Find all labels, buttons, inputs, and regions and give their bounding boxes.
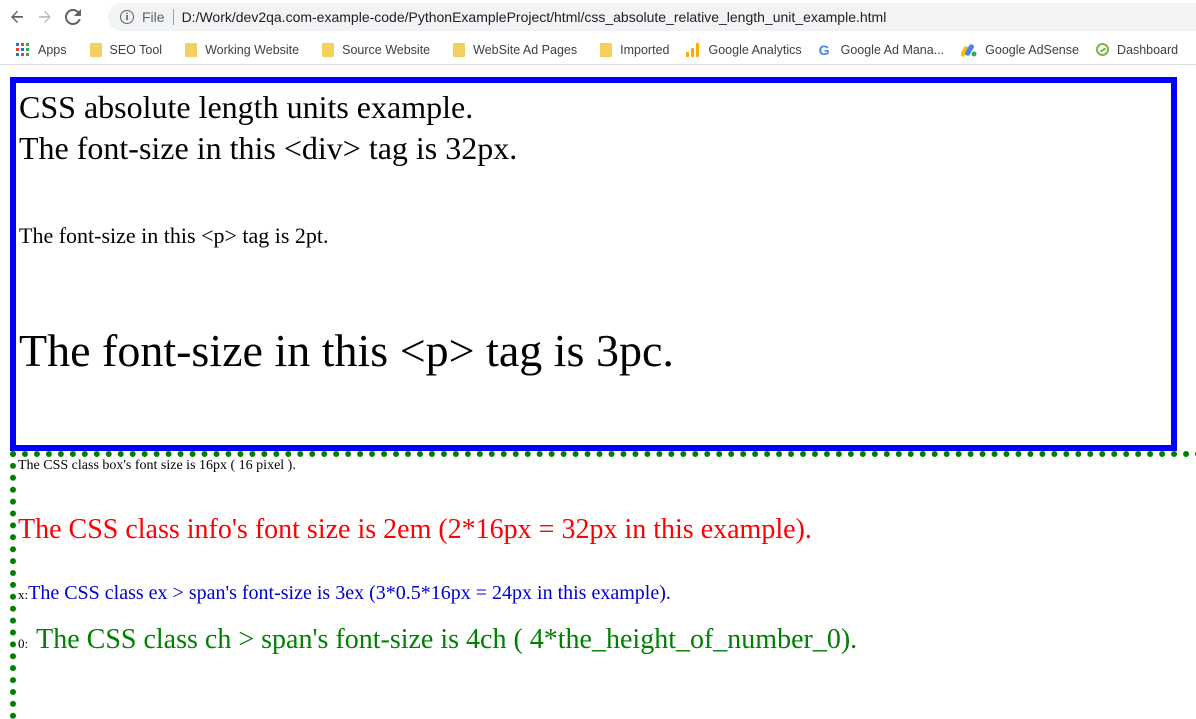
bookmark-google-analytics[interactable]: Google Analytics — [686, 42, 802, 57]
bookmark-label: Working Website — [205, 42, 300, 57]
adsense-icon — [960, 43, 977, 57]
p-2pt-paragraph: The font-size in this <p> tag is 2pt. — [19, 223, 329, 248]
bookmark-label: Google Analytics — [708, 42, 802, 57]
omnibox-separator — [172, 9, 174, 25]
folder-icon — [185, 42, 198, 57]
analytics-icon — [686, 42, 700, 57]
bookmark-working-website[interactable]: Working Website — [179, 42, 300, 57]
back-arrow-icon[interactable] — [6, 6, 28, 28]
bookmark-label: WebSite Ad Pages — [473, 42, 578, 57]
bookmark-google-adsense[interactable]: Google AdSense — [960, 42, 1079, 57]
div-font-size-line: The font-size in this <div> tag is 32px. — [19, 130, 518, 166]
reload-icon[interactable] — [62, 6, 84, 28]
blue-bordered-box: CSS absolute length units example. The f… — [10, 77, 1177, 451]
bookmark-label: Dashboard — [1116, 42, 1179, 57]
info-font-size-text: The CSS class info's font size is 2em (2… — [18, 514, 812, 545]
box-heading-line: CSS absolute length units example. — [19, 89, 474, 125]
ex-font-size-text: The CSS class ex > span's font-size is 3… — [28, 582, 671, 604]
bookmarks-bar: Apps SEO Tool Working Website Source Web… — [0, 35, 1196, 65]
bookmark-label: Google Ad Mana... — [840, 42, 945, 57]
ex-font-size-line: x:The CSS class ex > span's font-size is… — [18, 581, 671, 607]
bookmark-label: SEO Tool — [109, 42, 163, 57]
bookmark-website-ad-pages[interactable]: WebSite Ad Pages — [447, 42, 578, 57]
folder-icon — [322, 42, 335, 57]
omnibox[interactable]: i File D:/Work/dev2qa.com-example-code/P… — [108, 3, 1196, 31]
dashboard-icon — [1095, 43, 1109, 56]
folder-icon — [89, 42, 102, 57]
bookmark-dashboard[interactable]: Dashboard — [1095, 42, 1179, 57]
bookmark-imported[interactable]: Imported — [594, 42, 670, 57]
bookmark-label: Imported — [620, 42, 670, 57]
bookmark-seo-tool[interactable]: SEO Tool — [84, 42, 163, 57]
ch-prefix: 0: — [18, 636, 29, 651]
ch-font-size-text: The CSS class ch > span's font-size is 4… — [36, 624, 858, 655]
apps-icon — [16, 42, 30, 57]
box-font-size-text: The CSS class box's font size is 16px ( … — [18, 458, 296, 473]
url-text[interactable]: D:/Work/dev2qa.com-example-code/PythonEx… — [182, 9, 887, 25]
bookmark-source-website[interactable]: Source Website — [316, 42, 431, 57]
p-3pc-paragraph: The font-size in this <p> tag is 3pc. — [19, 325, 674, 376]
folder-icon — [453, 42, 466, 57]
file-scheme-label: File — [142, 9, 165, 25]
ch-font-size-line: 0: The CSS class ch > span's font-size is… — [18, 623, 857, 661]
page-viewport: CSS absolute length units example. The f… — [0, 66, 1196, 719]
google-icon: G — [818, 41, 830, 58]
bookmark-google-ad-manager[interactable]: G Google Ad Mana... — [819, 42, 945, 58]
info-icon[interactable]: i — [120, 10, 134, 24]
bookmark-label: Apps — [38, 42, 67, 57]
bookmark-label: Google AdSense — [985, 42, 1079, 57]
green-dotted-box: The CSS class box's font size is 16px ( … — [10, 451, 1196, 719]
address-bar: i File D:/Work/dev2qa.com-example-code/P… — [0, 0, 1196, 34]
bookmark-label: Source Website — [342, 42, 431, 57]
forward-arrow-icon[interactable] — [34, 6, 56, 28]
ex-prefix: x: — [18, 587, 29, 602]
bookmark-apps[interactable]: Apps — [16, 42, 67, 57]
folder-icon — [600, 42, 613, 57]
